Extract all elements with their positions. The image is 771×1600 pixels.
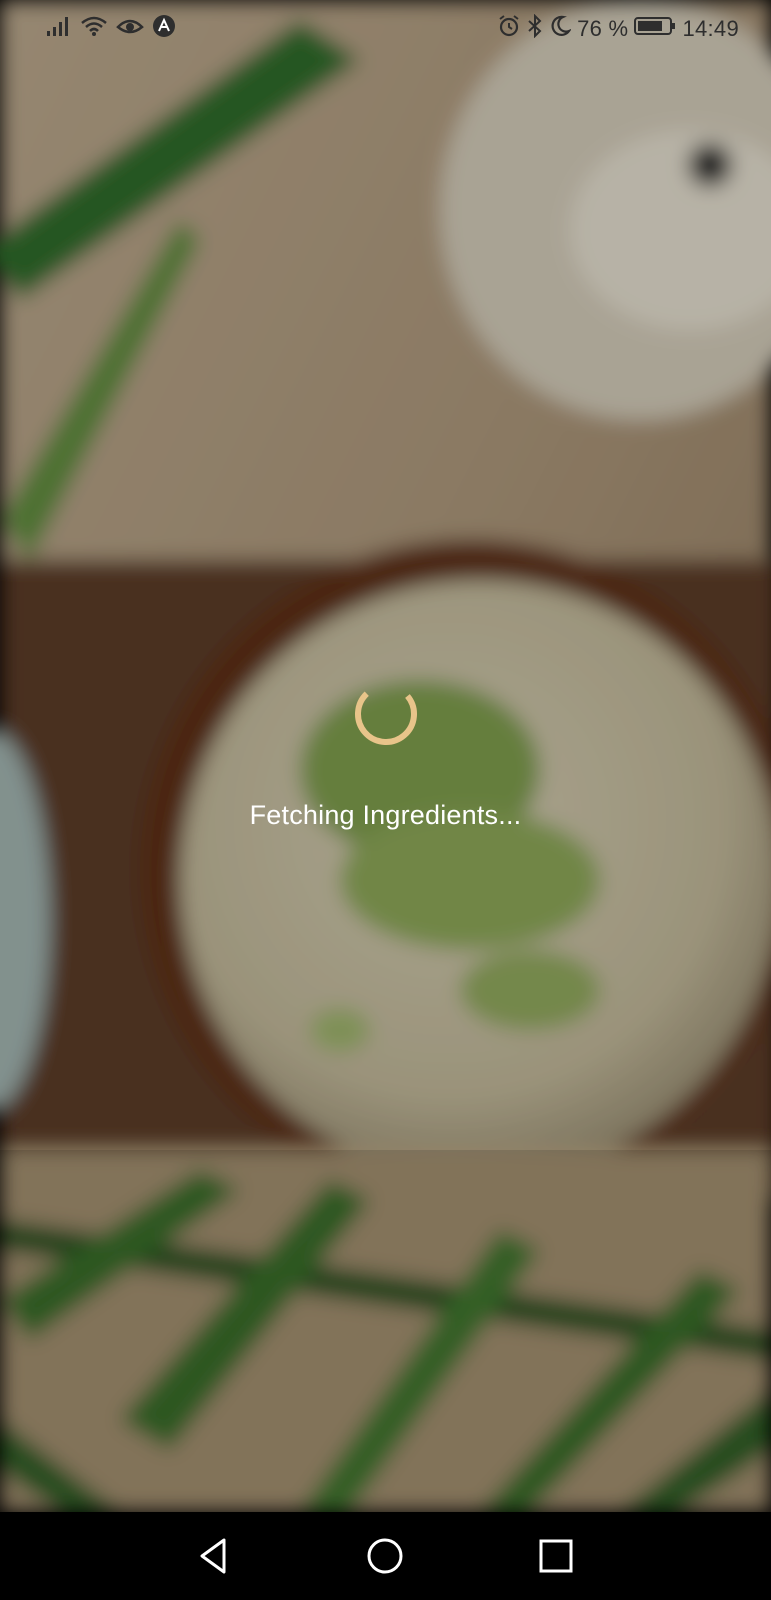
loading-overlay: Fetching Ingredients... bbox=[0, 0, 771, 1512]
loading-spinner bbox=[353, 681, 419, 747]
recents-icon bbox=[539, 1539, 573, 1573]
back-icon bbox=[200, 1538, 226, 1574]
navigation-bar bbox=[0, 1512, 771, 1600]
loading-screen: 76 % 14:49 Fetching Ingredients... bbox=[0, 0, 771, 1600]
home-icon bbox=[367, 1538, 403, 1574]
loading-message: Fetching Ingredients... bbox=[249, 800, 522, 830]
back-button[interactable] bbox=[188, 1530, 240, 1582]
recents-button[interactable] bbox=[530, 1530, 582, 1582]
home-button[interactable] bbox=[359, 1530, 411, 1582]
